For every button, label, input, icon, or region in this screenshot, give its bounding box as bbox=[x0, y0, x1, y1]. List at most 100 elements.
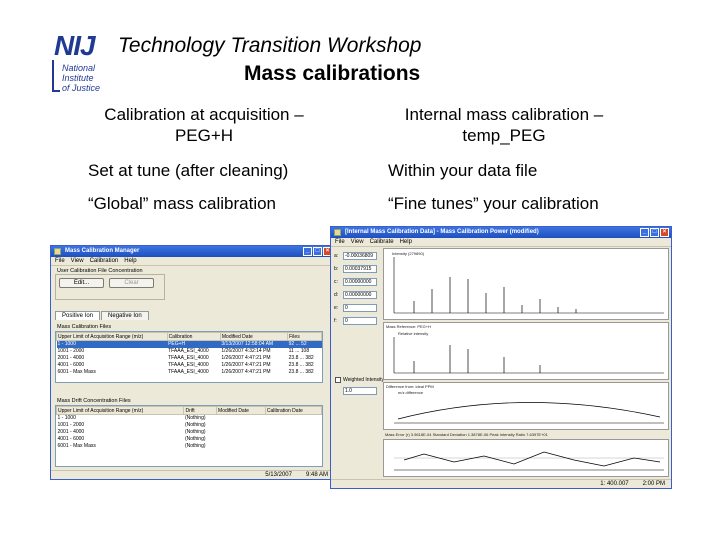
error-svg bbox=[394, 402, 664, 424]
menu-help[interactable]: Help bbox=[400, 238, 412, 246]
maximize-icon[interactable]: □ bbox=[313, 247, 322, 256]
cell: 23.8 ... 382 bbox=[288, 355, 314, 361]
cell: 2001 - 4000 bbox=[57, 355, 85, 361]
column-header[interactable]: Calibration bbox=[166, 332, 221, 341]
cell: PEG+H bbox=[167, 340, 221, 348]
table-row[interactable]: 2001 - 4000 TFAAA_ESI_4000 1/26/2007 4:4… bbox=[57, 355, 322, 362]
right-line-finetune: “Fine tunes” your calibration bbox=[388, 194, 599, 213]
column-header[interactable]: Modified Date bbox=[216, 406, 266, 415]
table-row[interactable]: 1001 - 2000 TFAAA_ESI_4000 1/26/2007 4:3… bbox=[57, 348, 322, 355]
drift-files-table: Upper Limit of Acquisition Range (m/z) D… bbox=[55, 405, 323, 467]
status-bar: 5/13/2007 9:48 AM bbox=[51, 470, 334, 479]
menu-file[interactable]: File bbox=[55, 257, 65, 265]
cell: 6001 - Max Mass bbox=[57, 443, 96, 449]
cell: TFAAA_ESI_4000 bbox=[168, 369, 209, 375]
reference-label: Mass Reference: PEG+H bbox=[386, 324, 432, 329]
close-icon[interactable]: × bbox=[660, 228, 669, 237]
coef-f-field[interactable]: 0 bbox=[343, 317, 377, 325]
logo-line: National bbox=[62, 63, 96, 73]
cell: 1/26/2007 4:47:21 PM bbox=[221, 369, 271, 375]
logo-line: Institute bbox=[62, 73, 94, 83]
column-header[interactable]: Files bbox=[287, 332, 322, 341]
reference-plot: Mass Reference: PEG+H Relative intensity bbox=[383, 322, 669, 380]
table-row[interactable]: 6001 - Max Mass (Nothing) bbox=[57, 443, 322, 450]
coef-label: f: bbox=[334, 318, 337, 324]
window-title: Mass Calibration Manager bbox=[65, 248, 140, 254]
cell: 1001 - 2000 bbox=[57, 348, 85, 354]
coef-a-field[interactable]: -0.00036809 bbox=[343, 252, 377, 260]
cell: TFAAA_ESI_4000 bbox=[168, 355, 209, 361]
minimize-icon[interactable]: _ bbox=[640, 228, 649, 237]
cell: 1 - 1000 bbox=[56, 340, 168, 348]
status-time: 9:48 AM bbox=[305, 472, 328, 478]
coef-b-field[interactable]: 0.00037915 bbox=[343, 265, 377, 273]
table-row[interactable]: 6001 - Max Mass TFAAA_ESI_4000 1/26/2007… bbox=[57, 369, 322, 376]
left-line-tune: Set at tune (after cleaning) bbox=[88, 161, 289, 180]
status-bar: 1: 400.007 2:00 PM bbox=[331, 479, 671, 488]
coef-d-field[interactable]: 0.00000000 bbox=[343, 291, 377, 299]
app-icon bbox=[54, 248, 61, 255]
table-row[interactable]: 2001 - 4000 (Nothing) bbox=[57, 429, 322, 436]
menubar: File View Calibration Help bbox=[51, 257, 334, 266]
spectrum-plot: Intensity (279890) bbox=[383, 248, 669, 320]
menu-calibrate[interactable]: Calibrate bbox=[370, 238, 394, 246]
clear-button[interactable]: Clear bbox=[109, 278, 154, 288]
column-header[interactable]: Drift bbox=[183, 406, 218, 415]
menu-view[interactable]: View bbox=[351, 238, 364, 246]
cell: 1001 - 2000 bbox=[57, 422, 85, 428]
cell: 1 - 1000 bbox=[57, 415, 76, 422]
app-icon bbox=[334, 229, 341, 236]
relative-label: Relative intensity bbox=[398, 331, 429, 336]
residual-plot bbox=[383, 439, 669, 477]
column-header[interactable]: Modified Date bbox=[219, 332, 289, 341]
weighted-value-field[interactable]: 1.0 bbox=[343, 387, 377, 395]
table-row[interactable]: 1 - 1000 (Nothing) bbox=[57, 415, 322, 422]
table1-label: Mass Calibration Files bbox=[57, 324, 112, 330]
status-position: 1: 400.007 bbox=[600, 481, 629, 487]
cell: 3/13/2007 12:58:04 AM bbox=[220, 340, 288, 348]
cell: TFAAA_ESI_4000 bbox=[168, 362, 209, 368]
table-row[interactable]: 1001 - 2000 (Nothing) bbox=[57, 422, 322, 429]
cell: 23.8 ... 382 bbox=[288, 369, 314, 375]
column-header[interactable]: Upper Limit of Acquisition Range (m/z) bbox=[56, 332, 168, 341]
tab-positive-ion[interactable]: Positive Ion bbox=[55, 311, 101, 320]
window-titlebar: [Internal Mass Calibration Data] - Mass … bbox=[331, 227, 671, 238]
logo-line: of Justice bbox=[62, 83, 101, 93]
logo-mark: NIJ bbox=[54, 30, 96, 61]
cell: 1/26/2007 4:47:21 PM bbox=[221, 355, 271, 361]
right-line-file: Within your data file bbox=[388, 161, 538, 180]
cell: (Nothing) bbox=[184, 415, 206, 422]
internal-calibration-window: [Internal Mass Calibration Data] - Mass … bbox=[330, 226, 672, 489]
weighted-label: Weighted Intensity bbox=[343, 377, 385, 383]
menu-file[interactable]: File bbox=[335, 238, 345, 246]
coef-e-field[interactable]: 0 bbox=[343, 304, 377, 312]
edit-button[interactable]: Edit... bbox=[59, 278, 104, 288]
window-title: [Internal Mass Calibration Data] - Mass … bbox=[345, 229, 539, 235]
cell: (Nothing) bbox=[184, 436, 206, 442]
menu-calibration[interactable]: Calibration bbox=[90, 257, 119, 265]
cell: (Nothing) bbox=[184, 429, 206, 435]
right-heading: Internal mass calibration – temp_PEG bbox=[404, 105, 604, 145]
cell: 92 ... 52 bbox=[287, 340, 322, 348]
tab-negative-ion[interactable]: Negative Ion bbox=[101, 311, 149, 320]
window-controls: _ □ × bbox=[640, 228, 669, 237]
minimize-icon[interactable]: _ bbox=[303, 247, 312, 256]
menu-help[interactable]: Help bbox=[124, 257, 136, 265]
logo-bracket bbox=[52, 60, 60, 92]
table-row[interactable]: 4001 - 6000 (Nothing) bbox=[57, 436, 322, 443]
cell: 6001 - Max Mass bbox=[57, 369, 96, 375]
column-header[interactable]: Calibration Date bbox=[264, 406, 323, 415]
coef-c-field[interactable]: 0.00000000 bbox=[343, 278, 377, 286]
cell: (Nothing) bbox=[184, 443, 206, 449]
cell: 4001 - 6000 bbox=[57, 362, 85, 368]
table-row[interactable]: 1 - 1000 PEG+H 3/13/2007 12:58:04 AM 92 … bbox=[56, 340, 322, 348]
menu-view[interactable]: View bbox=[71, 257, 84, 265]
cell: 11 ... 108 bbox=[288, 348, 310, 354]
column-header[interactable]: Upper Limit of Acquisition Range (m/z) bbox=[55, 406, 185, 415]
menubar: File View Calibrate Help bbox=[331, 238, 671, 247]
table-row[interactable]: 4001 - 6000 TFAAA_ESI_4000 1/26/2007 4:4… bbox=[57, 362, 322, 369]
weighted-checkbox[interactable] bbox=[335, 377, 341, 383]
cell: 1/26/2007 4:32:14 PM bbox=[221, 348, 271, 354]
coef-label: b: bbox=[334, 266, 339, 272]
maximize-icon[interactable]: □ bbox=[650, 228, 659, 237]
